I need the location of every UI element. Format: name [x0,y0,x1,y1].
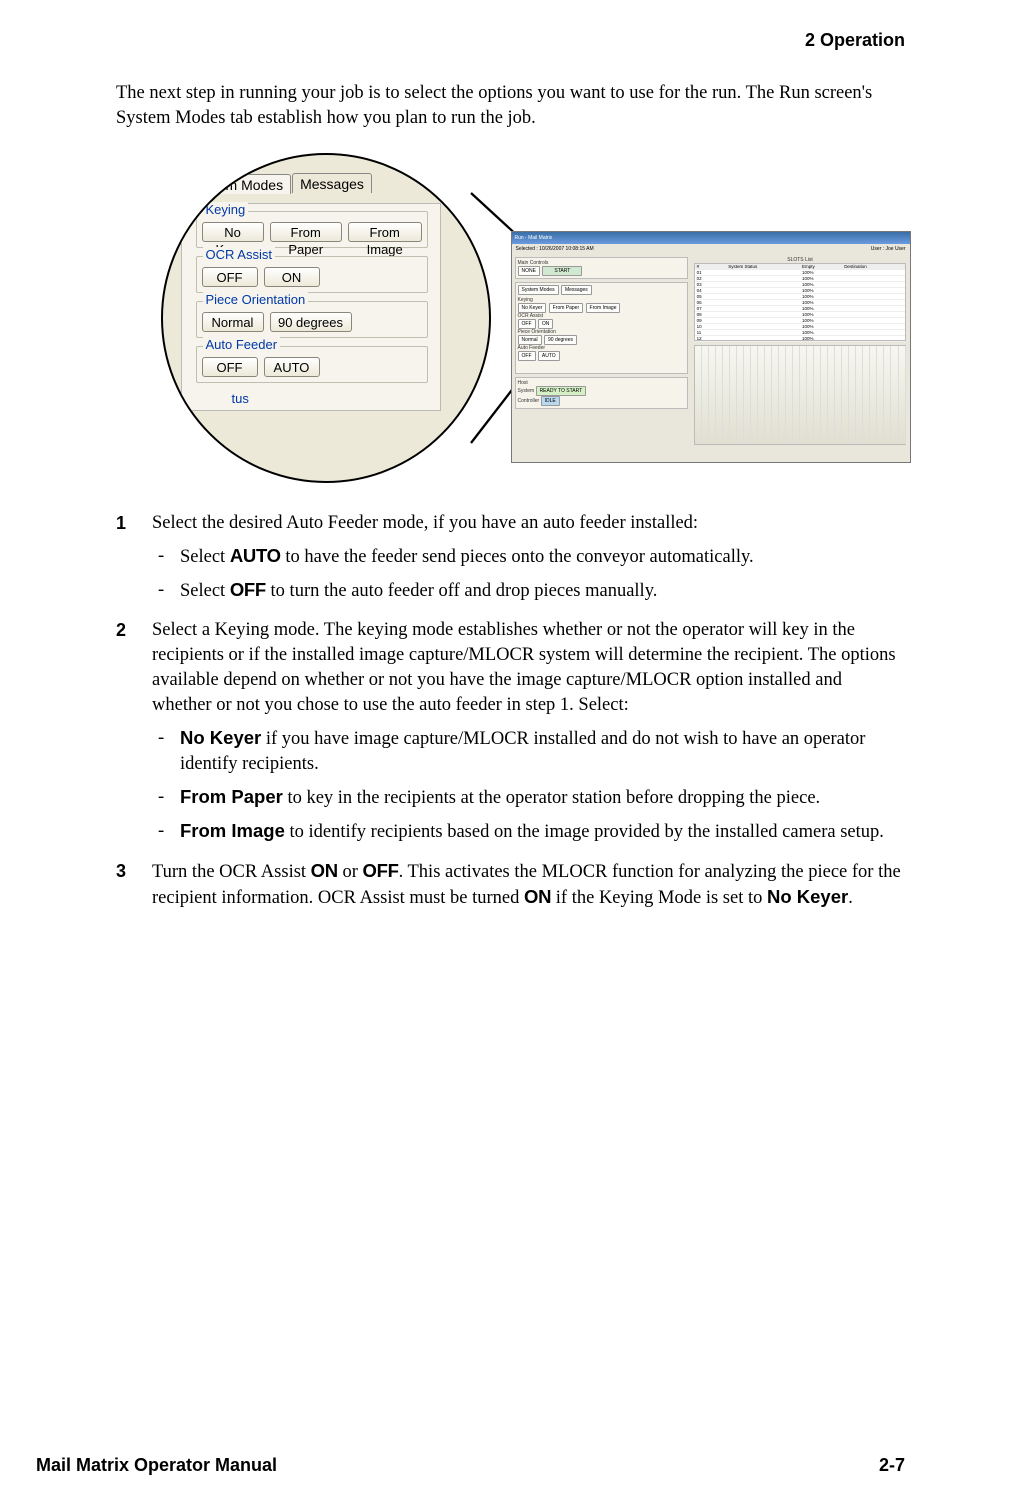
step-1b-pre: Select [180,581,230,601]
feeder-off-button[interactable]: OFF [202,357,258,377]
thumb-feeder-auto[interactable]: AUTO [538,351,560,361]
thumb-ocr-off[interactable]: OFF [518,319,536,329]
thumb-system-modes: System Modes Messages Keying No Keyer Fr… [515,282,688,374]
step-1-text: Select the desired Auto Feeder mode, if … [152,513,698,533]
step-3-post2: if the Keying Mode is set to [551,888,767,908]
system-modes-panel: Keying No Keyer From Paper From Image OC… [181,203,441,411]
thumb-th-empty: Empty [800,264,842,269]
thumb-feeder-off[interactable]: OFF [518,351,536,361]
thumb-titlebar: Run - Mail Matrix [512,232,910,244]
ocr-off-button[interactable]: OFF [202,267,258,287]
feeder-auto-button[interactable]: AUTO [264,357,320,377]
step-1a: Select AUTO to have the feeder send piec… [152,544,905,570]
thumb-th-dest: Destination [842,264,905,269]
thumb-orient-label: Piece Orientation [518,329,685,335]
chapter-header: 2 Operation [116,30,905,51]
thumb-idle: IDLE [541,396,560,406]
thumb-orient-normal[interactable]: Normal [518,335,542,345]
step-1a-bold: AUTO [230,545,281,566]
thumb-tab-messages[interactable]: Messages [561,285,592,295]
group-keying: Keying No Keyer From Paper From Image [196,211,428,248]
page-footer: Mail Matrix Operator Manual 2-7 [0,1455,1011,1504]
step-2c: From Image to identify recipients based … [152,819,905,845]
group-label-keying: Keying [203,202,249,217]
keying-from-image-button[interactable]: From Image [348,222,422,242]
orient-normal-button[interactable]: Normal [202,312,264,332]
step-3-pre1: Turn the OCR Assist [152,862,311,882]
thumb-ready: READY TO START [536,386,587,396]
intro-paragraph: The next step in running your job is to … [116,81,905,131]
step-2c-post: to identify recipients based on the imag… [285,822,884,842]
thumb-host-box: Host System READY TO START Controller ID… [515,377,688,409]
footer-manual-title: Mail Matrix Operator Manual [36,1455,277,1476]
group-label-orient: Piece Orientation [203,292,309,307]
thumb-no-keyer[interactable]: No Keyer [518,303,547,313]
tab-messages[interactable]: Messages [292,173,372,193]
step-1b-post: to turn the auto feeder off and drop pie… [266,581,657,601]
step-3-b4: No Keyer [767,886,848,907]
ocr-on-button[interactable]: ON [264,267,320,287]
thumb-controller-label: Controller [518,398,540,404]
thumb-table-row: 12100% [695,336,906,342]
step-1b: Select OFF to turn the auto feeder off a… [152,578,905,604]
thumb-none-button[interactable]: NONE [518,266,540,276]
step-3-post3: . [848,888,853,908]
step-1: Select the desired Auto Feeder mode, if … [116,511,905,604]
thumb-from-image[interactable]: From Image [586,303,621,313]
thumb-slot-graphic [694,345,907,445]
step-2a-bold: No Keyer [180,727,261,748]
step-2-text: Select a Keying mode. The keying mode es… [152,620,896,715]
step-2b-bold: From Paper [180,786,283,807]
step-3: Turn the OCR Assist ON or OFF. This acti… [116,859,905,911]
group-label-ocr: OCR Assist [203,247,275,262]
step-2: Select a Keying mode. The keying mode es… [116,618,905,845]
thumb-host-label: Host [518,380,528,386]
step-2c-bold: From Image [180,820,285,841]
group-piece-orientation: Piece Orientation Normal 90 degrees [196,301,428,338]
thumb-main-controls: Main Controls NONE START [515,257,688,279]
step-1a-post: to have the feeder send pieces onto the … [281,547,754,567]
tab-row: System Modes Messages [183,173,441,193]
step-2b-post: to key in the recipients at the operator… [283,788,820,808]
step-1b-bold: OFF [230,579,266,600]
thumb-slots-table: # System Status Empty Destination 01100%… [694,263,907,341]
thumb-title: Run - Mail Matrix [515,235,553,241]
step-3-mid1: or [338,862,363,882]
partial-word: tus [232,391,440,406]
step-2b: From Paper to key in the recipients at t… [152,785,905,811]
keying-from-paper-button[interactable]: From Paper [270,222,342,242]
thumb-selected: Selected : 10/26/2007 10:08:15 AM [516,246,594,252]
figure: System Modes Messages Keying No Keyer Fr… [161,153,861,483]
thumb-ocr-on[interactable]: ON [538,319,554,329]
thumb-orient-90[interactable]: 90 degrees [544,335,577,345]
thumb-th-num: # [695,264,727,269]
footer-page-number: 2-7 [879,1455,905,1476]
thumb-system-label: System [518,388,535,394]
step-3-b2: OFF [363,860,399,881]
step-3-b3: ON [524,886,551,907]
thumb-start-button[interactable]: START [542,266,582,276]
thumb-from-paper[interactable]: From Paper [549,303,583,313]
group-ocr-assist: OCR Assist OFF ON [196,256,428,293]
step-1a-pre: Select [180,547,230,567]
group-label-feeder: Auto Feeder [203,337,281,352]
thumb-user: User : Joe User [871,246,906,252]
keying-no-keyer-button[interactable]: No Keyer [202,222,264,242]
thumb-tab-system-modes[interactable]: System Modes [518,285,559,295]
thumb-th-status: System Status [726,264,800,269]
step-3-b1: ON [311,860,338,881]
zoom-lens: System Modes Messages Keying No Keyer Fr… [161,153,491,483]
orient-90deg-button[interactable]: 90 degrees [270,312,352,332]
group-auto-feeder: Auto Feeder OFF AUTO [196,346,428,383]
tab-system-modes[interactable]: System Modes [183,174,292,194]
run-screen-thumbnail: Run - Mail Matrix Selected : 10/26/2007 … [511,231,911,463]
step-2a: No Keyer if you have image capture/MLOCR… [152,726,905,777]
step-2a-post: if you have image capture/MLOCR installe… [180,729,865,774]
